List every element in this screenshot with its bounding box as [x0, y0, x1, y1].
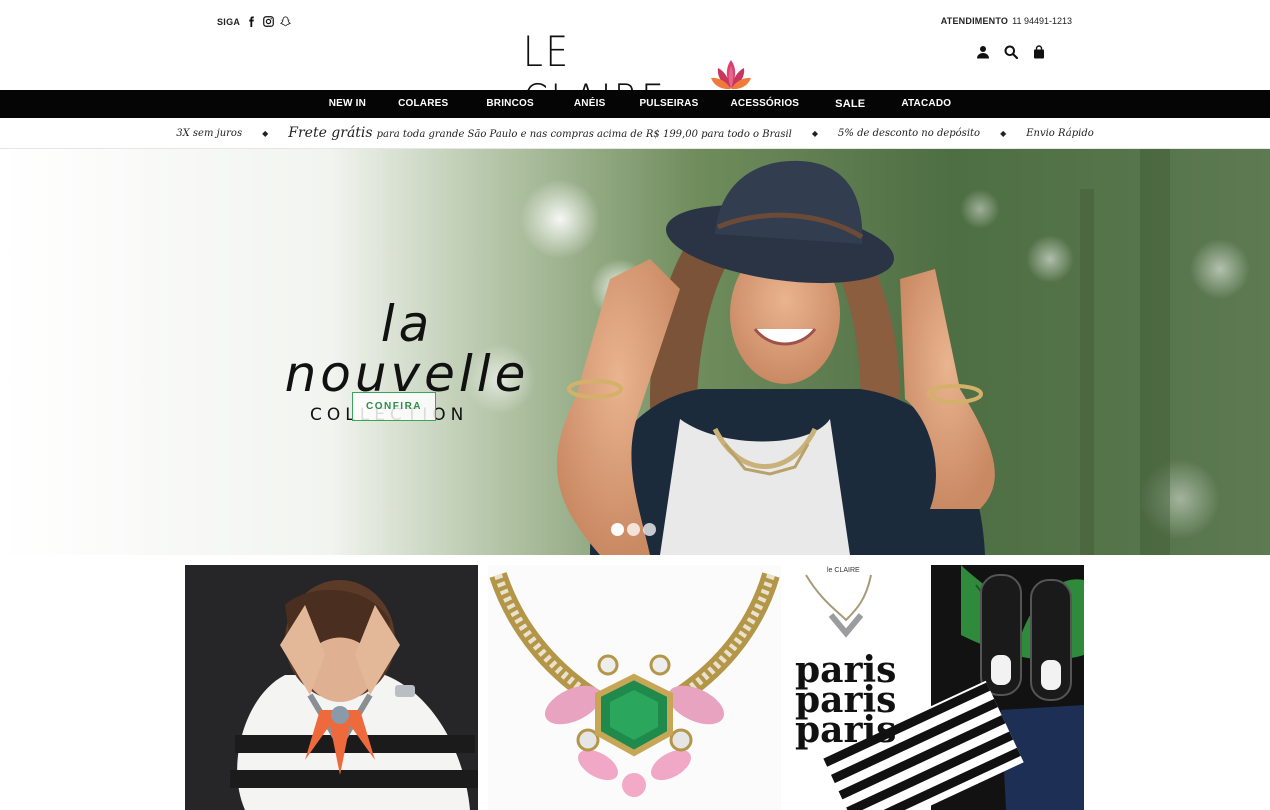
nav-item-brincos[interactable]: BRINCOS: [464, 98, 556, 110]
site-header: SIGA LE CLAIRE ATENDIMENTO11 94491-1213: [0, 0, 1270, 124]
hero-banner[interactable]: la nouvelle COLLECTION CONFIRA: [0, 149, 1270, 555]
hero-script-title: la nouvelle: [284, 295, 530, 403]
user-icon[interactable]: [975, 44, 991, 60]
carousel-dot[interactable]: [627, 523, 640, 536]
header-actions: [975, 44, 1047, 60]
snapchat-icon[interactable]: [280, 16, 292, 27]
nav-item-new-in[interactable]: NEW IN: [313, 98, 382, 110]
promo-separator: ◆: [1000, 128, 1007, 138]
nav-item-colares[interactable]: COLARES: [382, 98, 464, 110]
shopping-bag-icon[interactable]: [1031, 44, 1047, 60]
nav-item-atacado[interactable]: ATACADO: [885, 98, 967, 110]
promo-discount: 5% de desconto no depósito: [838, 127, 981, 139]
promo-shipping-title: Frete grátis: [288, 125, 373, 141]
carousel-dot[interactable]: [611, 523, 624, 536]
promo-separator: ◆: [811, 128, 819, 138]
support-phone[interactable]: 11 94491-1213: [1012, 16, 1072, 26]
main-navigation: NEW IN COLARES BRINCOS ANÉIS PULSEIRAS A…: [0, 90, 1270, 118]
product-card-necklace[interactable]: [488, 565, 781, 810]
confira-button[interactable]: CONFIRA: [352, 392, 436, 421]
nav-item-aneis[interactable]: ANÉIS: [556, 98, 624, 110]
nav-item-sale[interactable]: SALE: [815, 98, 885, 110]
nav-item-acessorios[interactable]: ACESSÓRIOS: [714, 98, 815, 110]
support-label: ATENDIMENTO: [940, 16, 1009, 26]
featured-products: le CLAIRE paris paris paris: [185, 565, 1084, 810]
hero-photo: [0, 149, 1270, 555]
carousel-dots: [611, 523, 656, 536]
nav-item-pulseiras[interactable]: PULSEIRAS: [623, 98, 714, 110]
promo-separator: ◆: [262, 128, 269, 138]
social-follow: SIGA: [217, 16, 292, 27]
promo-delivery: Envio Rápido: [1026, 127, 1094, 139]
shirt-brand-label: le CLAIRE: [827, 567, 860, 574]
promo-bar: 3X sem juros ◆ Frete grátis para toda gra…: [0, 118, 1270, 149]
promo-shipping: Frete grátis para toda grande São Paulo e…: [288, 125, 792, 141]
product-card-model[interactable]: [185, 565, 478, 810]
carousel-dot[interactable]: [643, 523, 656, 536]
product-image: [488, 565, 781, 810]
product-card-paris-tee[interactable]: le CLAIRE paris paris paris: [791, 565, 1084, 810]
facebook-icon[interactable]: [246, 16, 257, 27]
promo-installments: 3X sem juros: [176, 127, 243, 139]
instagram-icon[interactable]: [263, 16, 275, 27]
customer-support: ATENDIMENTO 11 94491-1213: [941, 16, 1072, 26]
follow-label: SIGA: [217, 16, 241, 27]
promo-shipping-detail: para toda grande São Paulo e nas compras…: [376, 129, 792, 140]
shirt-print-text: paris paris paris: [795, 649, 897, 751]
product-image: [185, 565, 478, 810]
search-icon[interactable]: [1003, 44, 1019, 60]
